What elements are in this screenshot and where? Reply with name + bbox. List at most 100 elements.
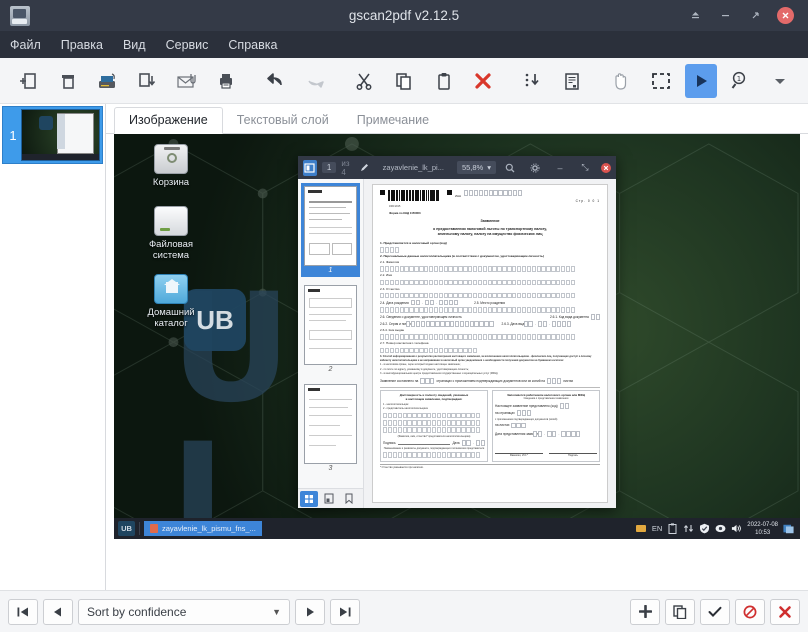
doc-section-3-item-1: 1 - в налоговом органе, через который по… [380, 363, 461, 367]
taskbar-clock[interactable]: 2022-07-08 10:53 [747, 521, 778, 537]
reject-button[interactable] [735, 598, 765, 625]
folder-tray-icon[interactable] [635, 523, 647, 534]
print-icon[interactable] [211, 64, 243, 98]
pdf-thumb-3[interactable]: 3 [301, 381, 360, 475]
volume-tray-icon[interactable] [731, 523, 742, 534]
pdf-thumb-caption: 1 [328, 267, 333, 274]
pdf-page-view[interactable]: ИНН Стр. 0 0 1 1660 2015 Форма по КНД 11… [364, 179, 616, 508]
delete-button[interactable] [770, 598, 800, 625]
page-thumbnail-panel[interactable]: 1 [0, 104, 106, 590]
undo-icon[interactable] [260, 64, 292, 98]
doc-cells-row [380, 266, 600, 272]
doc-field-262: 2.6.2. Серия и номер [380, 321, 412, 326]
security-shield-icon[interactable] [699, 523, 710, 534]
thumbnails-view-icon[interactable] [300, 490, 318, 507]
tab-text-layer[interactable]: Текстовый слой [223, 108, 343, 133]
eye-tray-icon[interactable] [715, 523, 726, 534]
desktop-icon-label: Домашний каталог [147, 307, 195, 329]
ocr-run-icon[interactable] [684, 63, 717, 98]
first-page-button[interactable] [8, 598, 38, 625]
zoom-value: 55,8% [461, 163, 484, 172]
close-button[interactable] [777, 7, 794, 24]
select-all-icon[interactable] [517, 64, 549, 98]
scan-icon[interactable] [91, 64, 123, 98]
previous-page-button[interactable] [43, 598, 73, 625]
maximize-button[interactable] [747, 8, 763, 24]
copy-icon[interactable] [388, 64, 420, 98]
desktop-icon-filesystem[interactable]: Файловая система [134, 206, 208, 261]
pdf-thumb-1[interactable]: 1 [301, 183, 360, 277]
delete-icon[interactable] [468, 64, 500, 98]
network-tray-icon[interactable] [683, 523, 694, 534]
save-icon[interactable] [131, 64, 163, 98]
desktop-icon-trash[interactable]: Корзина [134, 144, 208, 188]
open-icon[interactable] [52, 64, 84, 98]
show-desktop-icon[interactable] [783, 523, 794, 534]
pan-tool-icon[interactable] [605, 64, 637, 98]
menu-edit[interactable]: Правка [61, 38, 103, 52]
outline-view-icon[interactable] [320, 491, 338, 507]
taskbar-window-item[interactable]: zayavlenie_lk_pismu_fns_... [144, 521, 262, 536]
pdf-thumb-2[interactable]: 2 [301, 282, 360, 376]
menu-help[interactable]: Справка [228, 38, 277, 52]
duplicate-box-button[interactable] [665, 598, 695, 625]
start-menu-button[interactable]: UB [118, 521, 135, 536]
doc-field-1: 1. Представляется в налоговый орган (код… [380, 241, 447, 245]
pdf-thumbnail-list[interactable]: 1 2 3 [298, 179, 363, 488]
next-page-button[interactable] [295, 598, 325, 625]
gear-icon[interactable] [526, 160, 544, 176]
sort-dropdown[interactable]: Sort by confidence ▼ [78, 598, 290, 625]
email-icon[interactable] [171, 64, 203, 98]
document-sheet: ИНН Стр. 0 0 1 1660 2015 Форма по КНД 11… [372, 184, 608, 503]
menu-tools[interactable]: Сервис [166, 38, 209, 52]
overflow-icon[interactable] [764, 64, 796, 98]
pdf-sidebar[interactable]: 1 2 3 [298, 179, 364, 508]
paste-icon[interactable] [428, 64, 460, 98]
left-month-cells [475, 440, 485, 446]
minimize-button[interactable] [717, 8, 733, 24]
cut-icon[interactable] [348, 64, 380, 98]
doc-submit-label: Заявление составлено на [380, 378, 419, 383]
thumbnail-page-1[interactable]: 1 [2, 106, 103, 164]
doc-field-22: 2.2. Имя [380, 273, 393, 278]
desktop-icon-label: Файловая система [148, 239, 194, 261]
selector-tool-icon[interactable] [645, 64, 677, 98]
tab-image[interactable]: Изображение [114, 107, 223, 134]
clock-date: 2022-07-08 [747, 521, 778, 528]
bookmarks-view-icon[interactable] [340, 491, 358, 507]
zoom-tool-icon[interactable]: 1 [725, 64, 757, 98]
menu-view[interactable]: Вид [123, 38, 146, 52]
search-icon[interactable] [501, 160, 519, 176]
pdf-page-number[interactable]: 1 [321, 162, 337, 173]
redo-icon[interactable] [299, 64, 331, 98]
desktop-icon-home[interactable]: Домашний каталог [134, 274, 208, 329]
tab-annotation[interactable]: Примечание [343, 108, 443, 133]
keyboard-layout-indicator[interactable]: EN [652, 524, 662, 533]
doc-cells-row [380, 247, 600, 253]
pencil-icon[interactable] [358, 160, 372, 176]
content-area: Изображение Текстовый слой Примечание UB… [106, 104, 808, 590]
doc-cells-row [380, 306, 600, 313]
pdf-zoom-level[interactable]: 55,8% ▾ [456, 161, 496, 174]
pdf-close-button[interactable] [601, 162, 611, 173]
clipboard-tray-icon[interactable] [667, 523, 678, 534]
new-icon[interactable] [12, 64, 44, 98]
doc-cells-row [383, 412, 485, 419]
doc-left-column: Достоверность и полноту сведений, указан… [380, 389, 488, 462]
menu-file[interactable]: Файл [10, 38, 41, 52]
sidebar-toggle-icon[interactable] [303, 159, 317, 176]
left-col-note-2: Наименование и реквизиты документа, подт… [383, 447, 485, 451]
right-col-item-3: с приложением подтверждающих документов … [495, 417, 558, 421]
confirm-button[interactable] [700, 598, 730, 625]
doc-footnote: * Отчество указывается при наличии. [380, 464, 600, 470]
add-box-button[interactable] [630, 598, 660, 625]
pdf-maximize-button[interactable]: ⤡ [576, 160, 594, 176]
properties-icon[interactable] [556, 64, 588, 98]
doc-cells-row [380, 292, 600, 299]
doc-cells-row [383, 451, 485, 458]
pdf-minimize-button[interactable]: – [551, 160, 569, 176]
doc-cells-row [383, 419, 485, 426]
shade-window-button[interactable] [687, 8, 703, 24]
image-canvas[interactable]: UB L UB Корзина Файловая система Домашни… [106, 134, 808, 590]
last-page-button[interactable] [330, 598, 360, 625]
